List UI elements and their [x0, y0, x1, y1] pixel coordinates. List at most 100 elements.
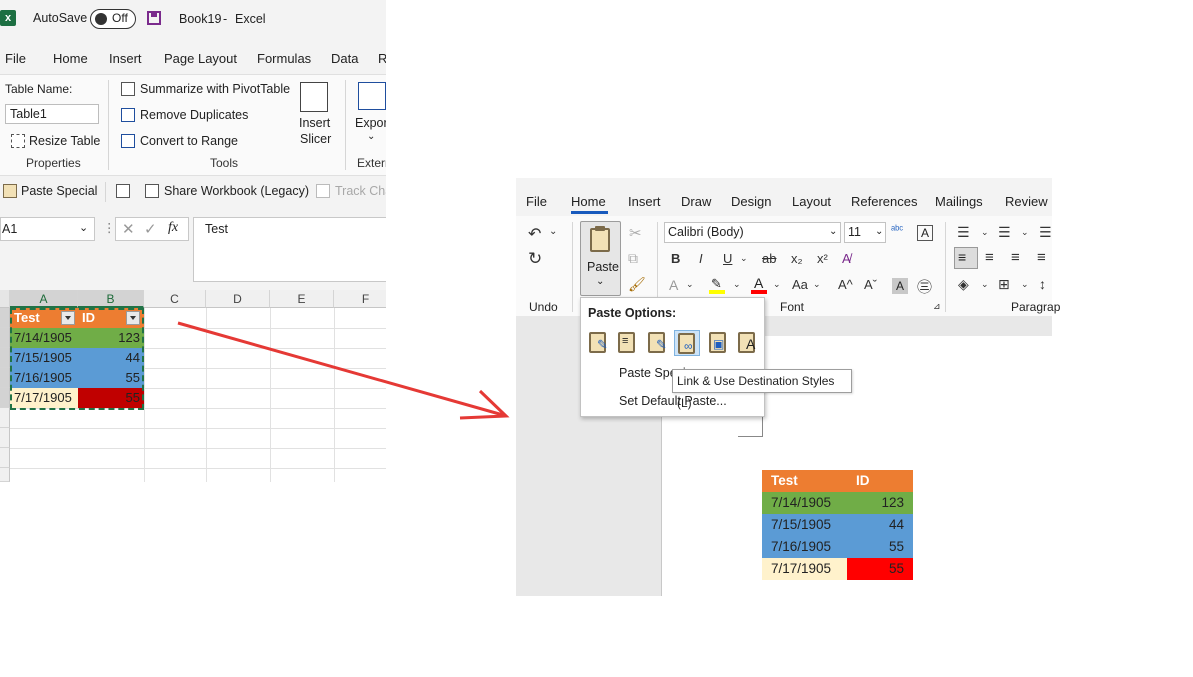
column-header-f[interactable]: F: [334, 290, 386, 308]
formula-bar[interactable]: Test: [193, 217, 386, 282]
text-effects-icon[interactable]: A̸: [842, 251, 851, 266]
row-header[interactable]: [0, 388, 10, 408]
align-right-icon[interactable]: ≡: [1011, 249, 1020, 266]
table-cell[interactable]: 55: [78, 388, 144, 408]
insert-slicer-label-2[interactable]: Slicer: [300, 132, 331, 146]
tab-references[interactable]: References: [851, 194, 917, 209]
table-cell[interactable]: 44: [78, 348, 144, 368]
more-options-icon[interactable]: ⋮: [103, 220, 116, 235]
row-header[interactable]: [0, 468, 10, 482]
tab-file[interactable]: File: [5, 51, 26, 66]
font-name-select[interactable]: Calibri (Body) ⌄: [664, 222, 841, 243]
italic-button[interactable]: I: [699, 251, 703, 266]
subscript-button[interactable]: x₂: [791, 251, 803, 266]
shrink-font-button[interactable]: Aˇ: [864, 277, 877, 292]
underline-button[interactable]: U: [723, 251, 732, 266]
tab-formulas[interactable]: Formulas: [257, 51, 311, 66]
change-case-button[interactable]: Aa: [792, 277, 808, 292]
table-cell[interactable]: 55: [847, 536, 913, 558]
table-cell[interactable]: 55: [78, 368, 144, 388]
paste-button[interactable]: Paste ⌄: [580, 221, 621, 296]
save-icon[interactable]: [147, 11, 161, 25]
chevron-down-icon[interactable]: ⌄: [549, 226, 557, 237]
tab-layout[interactable]: Layout: [792, 194, 831, 209]
table-cell[interactable]: 123: [78, 328, 144, 348]
set-default-paste-menu-item[interactable]: Set Default Paste...: [619, 394, 727, 408]
paste-link-keep-source-button[interactable]: ✎: [645, 330, 671, 356]
column-header-e[interactable]: E: [270, 290, 334, 308]
table-header-cell[interactable]: ID: [847, 470, 913, 492]
chevron-down-icon[interactable]: ⌄: [1021, 227, 1029, 238]
justify-icon[interactable]: ≡: [1037, 249, 1046, 266]
tab-page-layout[interactable]: Page Layout: [164, 51, 237, 66]
format-painter-icon[interactable]: 🖌: [628, 276, 646, 293]
chevron-down-icon[interactable]: ⌄: [981, 227, 989, 238]
table-cell[interactable]: 7/14/1905: [10, 328, 78, 348]
tab-home[interactable]: Home: [53, 51, 88, 66]
paste-text-only-button[interactable]: A: [735, 330, 761, 356]
undo-icon[interactable]: ↶: [528, 224, 541, 244]
summarize-pivot-button[interactable]: Summarize with PivotTable: [140, 82, 290, 96]
cut-icon[interactable]: ✂: [629, 224, 642, 242]
grow-font-button[interactable]: A^: [838, 277, 853, 292]
paste-picture-button[interactable]: ▣: [706, 330, 732, 356]
row-header[interactable]: [0, 348, 10, 368]
dialog-launcher-icon[interactable]: ⊿: [933, 301, 941, 312]
chevron-down-icon[interactable]: ⌄: [981, 279, 989, 290]
select-all-corner[interactable]: [0, 290, 10, 308]
insert-function-icon[interactable]: fx: [168, 220, 178, 236]
paste-destination-styles-button[interactable]: ≡: [615, 330, 641, 356]
table-cell[interactable]: 7/17/1905: [762, 558, 847, 580]
insert-slicer-label-1[interactable]: Insert: [299, 116, 330, 130]
remove-duplicates-button[interactable]: Remove Duplicates: [140, 108, 248, 122]
row-header[interactable]: [0, 308, 10, 328]
shading-icon[interactable]: ◈: [958, 276, 969, 293]
tab-insert[interactable]: Insert: [628, 194, 661, 209]
export-button[interactable]: Expor: [355, 116, 386, 130]
bullets-icon[interactable]: ☰: [957, 224, 970, 241]
chevron-down-icon[interactable]: ⌄: [773, 279, 781, 290]
chevron-down-icon[interactable]: ⌄: [740, 253, 748, 264]
text-effects-outline-icon[interactable]: A: [669, 277, 678, 293]
tab-draw[interactable]: Draw: [681, 194, 711, 209]
enclose-characters-icon[interactable]: ㊂: [917, 276, 932, 297]
column-header-a[interactable]: A: [10, 290, 78, 308]
tab-design[interactable]: Design: [731, 194, 771, 209]
paste-link-destination-button[interactable]: ∞: [674, 330, 700, 356]
tab-home[interactable]: Home: [571, 194, 606, 209]
multilevel-list-icon[interactable]: ☰: [1039, 224, 1052, 241]
resize-table-button[interactable]: Resize Table: [29, 134, 100, 148]
copy-icon[interactable]: ⧉: [628, 250, 638, 267]
character-border-icon[interactable]: A: [917, 225, 933, 241]
align-center-icon[interactable]: ≡: [985, 249, 994, 266]
table-cell[interactable]: 7/15/1905: [10, 348, 78, 368]
check-icon[interactable]: ✓: [144, 220, 157, 238]
column-header-b[interactable]: B: [78, 290, 144, 308]
tab-review[interactable]: Review: [1005, 194, 1048, 209]
table-cell[interactable]: 7/15/1905: [762, 514, 847, 536]
align-left-button[interactable]: ≡: [954, 247, 978, 269]
table-header-cell[interactable]: Test: [762, 470, 847, 492]
table-cell[interactable]: 7/16/1905: [10, 368, 78, 388]
chevron-down-icon[interactable]: ⌄: [813, 279, 821, 290]
name-box[interactable]: A1 ⌄: [0, 217, 95, 241]
superscript-button[interactable]: x²: [817, 251, 828, 266]
table-cell[interactable]: 44: [847, 514, 913, 536]
paste-keep-source-button[interactable]: ✎: [586, 330, 612, 356]
tab-review-partial[interactable]: R: [378, 51, 386, 66]
strikethrough-button[interactable]: ab: [762, 251, 776, 266]
track-changes-button[interactable]: Track Cha: [335, 184, 386, 198]
convert-to-range-button[interactable]: Convert to Range: [140, 134, 238, 148]
redo-icon[interactable]: ↻: [528, 249, 542, 269]
font-size-select[interactable]: 11 ⌄: [844, 222, 886, 243]
font-color-icon[interactable]: A: [751, 275, 767, 295]
chevron-down-icon[interactable]: ⌄: [1021, 279, 1029, 290]
table-cell[interactable]: 7/16/1905: [762, 536, 847, 558]
cancel-icon[interactable]: ✕: [122, 220, 135, 238]
borders-icon[interactable]: ⊞: [998, 276, 1010, 293]
chevron-down-icon[interactable]: ⌄: [686, 279, 694, 290]
row-header[interactable]: [0, 408, 10, 428]
row-header[interactable]: [0, 368, 10, 388]
paste-special-button[interactable]: Paste Special: [21, 184, 97, 198]
table-cell[interactable]: 7/17/1905: [10, 388, 78, 408]
